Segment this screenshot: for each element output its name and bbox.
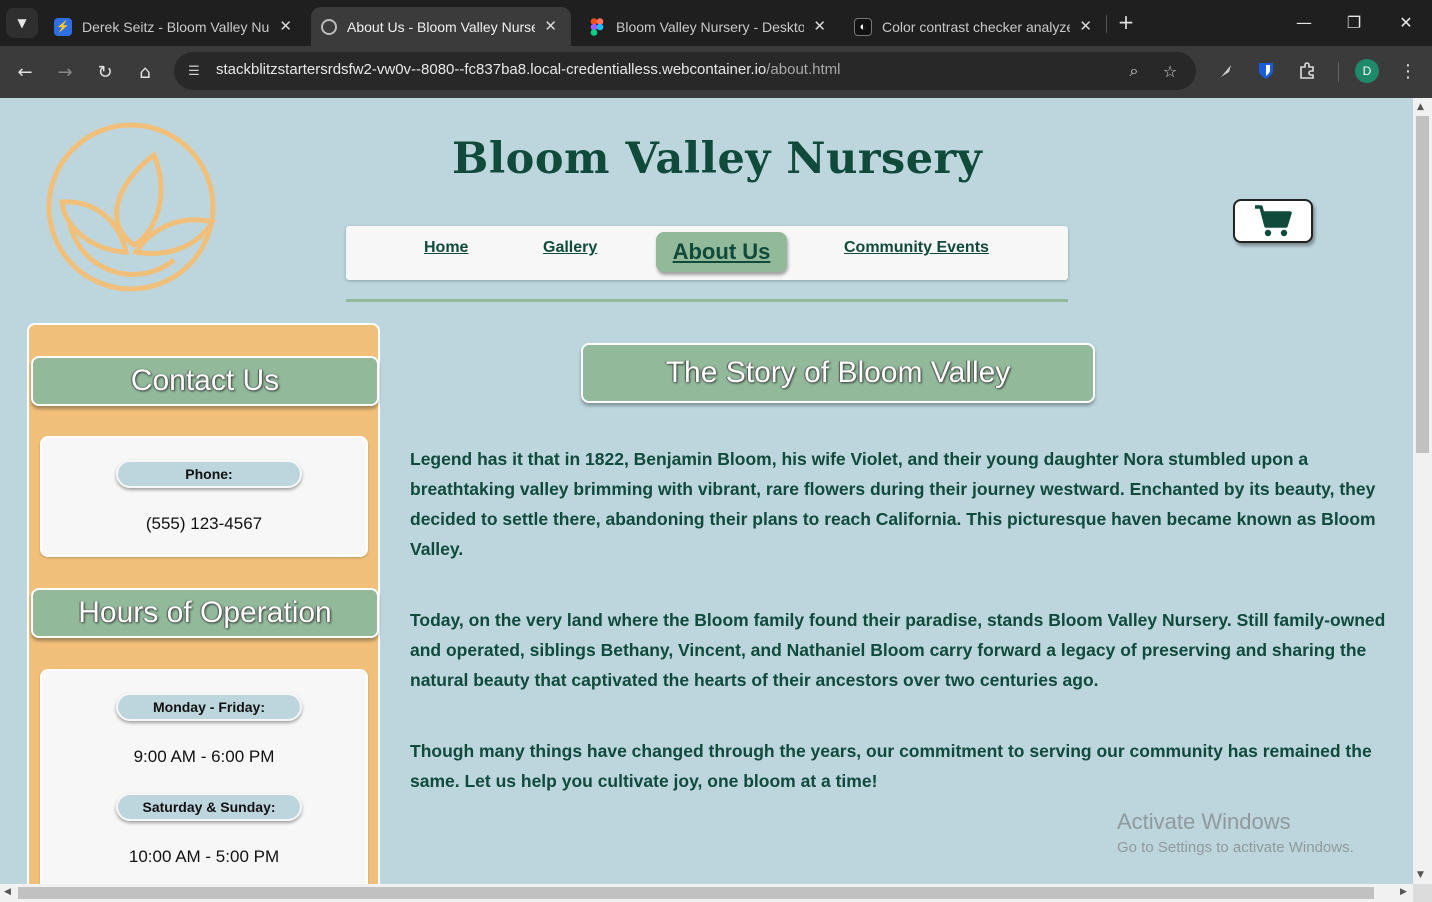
tab-search-button[interactable]: ▼ (6, 8, 38, 38)
restore-icon: ❐ (1346, 12, 1362, 32)
close-tab-icon[interactable]: ✕ (813, 17, 826, 35)
weekend-label: Saturday & Sunday: (116, 793, 302, 821)
weekend-hours: 10:00 AM - 5:00 PM (128, 847, 280, 866)
close-tab-icon[interactable]: ✕ (544, 17, 557, 35)
bitwarden-shield-icon[interactable] (1253, 58, 1279, 84)
phone-value: (555) 123-4567 (145, 514, 263, 533)
scrollbar-corner (1413, 884, 1432, 902)
home-icon: ⌂ (139, 61, 151, 83)
arrow-left-icon: ← (17, 61, 33, 83)
sidebar: Contact Us Phone: (555) 123-4567 Hours o… (27, 323, 380, 884)
close-tab-icon[interactable]: ✕ (1079, 17, 1092, 35)
figma-icon (588, 17, 606, 36)
horizontal-scroll-thumb[interactable] (18, 887, 1374, 899)
main-nav: Home Gallery About Us Community Events (346, 226, 1068, 280)
nav-divider (346, 299, 1068, 302)
story-paragraph-1: Legend has it that in 1822, Benjamin Blo… (410, 449, 1376, 559)
minimize-button[interactable]: — (1284, 8, 1324, 36)
weekday-hours: 9:00 AM - 6:00 PM (133, 747, 275, 766)
tab-separator (1106, 15, 1107, 33)
close-icon: ✕ (1399, 12, 1413, 32)
back-button[interactable]: ← (11, 58, 39, 86)
story-heading: The Story of Bloom Valley (581, 343, 1095, 403)
scroll-up-icon[interactable]: ▲ (1417, 102, 1424, 112)
new-tab-button[interactable]: + (1114, 9, 1138, 35)
globe-icon (321, 18, 337, 35)
contact-card: Phone: (555) 123-4567 (40, 436, 368, 557)
zoom-icon[interactable]: ⌕ (1123, 60, 1145, 82)
bloom-valley-logo (46, 122, 216, 292)
weekday-label: Monday - Friday: (116, 693, 302, 721)
contact-heading: Contact Us (31, 356, 379, 406)
scroll-left-icon[interactable]: ◀ (4, 887, 11, 897)
site-title: Bloom Valley Nursery (452, 134, 983, 184)
horizontal-scrollbar[interactable]: ◀ ▶ (0, 884, 1413, 902)
shopping-cart-icon (1255, 205, 1292, 237)
home-button[interactable]: ⌂ (131, 58, 159, 86)
tab-derek-seitz[interactable]: ⚡ Derek Seitz - Bloom Valley Nurs ✕ (44, 7, 306, 46)
plus-icon: + (1117, 10, 1135, 34)
vertical-scroll-thumb[interactable] (1416, 116, 1429, 453)
forward-button[interactable]: → (51, 58, 79, 86)
nav-link-about-us[interactable]: About Us (656, 232, 787, 272)
reload-button[interactable]: ↻ (91, 58, 119, 86)
minimize-icon: — (1296, 12, 1312, 32)
close-tab-icon[interactable]: ✕ (279, 17, 292, 35)
kebab-menu-icon[interactable]: ⋮ (1395, 58, 1421, 84)
activate-windows-title: Activate Windows (1117, 809, 1291, 834)
page-viewport: Bloom Valley Nursery Home Gallery About … (0, 98, 1413, 884)
story-paragraph-3: Though many things have changed through … (410, 741, 1372, 791)
browser-toolbar: ← → ↻ ⌂ ☰ stackblitzstartersrdsfw2-vw0v-… (0, 46, 1432, 98)
arrow-right-icon: → (57, 61, 73, 83)
close-window-button[interactable]: ✕ (1386, 8, 1426, 36)
tab-figma[interactable]: Bloom Valley Nursery - Desktop ✕ (578, 7, 840, 46)
vertical-scrollbar[interactable]: ▲ ▼ (1413, 98, 1432, 884)
restore-button[interactable]: ❐ (1334, 8, 1374, 36)
tab-strip: ▼ ⚡ Derek Seitz - Bloom Valley Nurs ✕ Ab… (0, 0, 1432, 46)
extension-feather-icon[interactable] (1213, 58, 1239, 84)
site-info-icon[interactable]: ☰ (184, 61, 204, 81)
cart-button[interactable] (1233, 199, 1313, 243)
nav-link-home[interactable]: Home (424, 239, 468, 257)
nav-link-community-events[interactable]: Community Events (844, 239, 989, 257)
address-bar[interactable]: ☰ stackblitzstartersrdsfw2-vw0v--8080--f… (174, 52, 1196, 90)
bolt-icon: ⚡ (54, 17, 72, 36)
extensions-puzzle-icon[interactable] (1294, 58, 1320, 84)
hours-card: Monday - Friday: 9:00 AM - 6:00 PM Satur… (40, 669, 368, 884)
url-text[interactable]: stackblitzstartersrdsfw2-vw0v--8080--fc8… (216, 61, 840, 78)
scroll-down-icon[interactable]: ▼ (1417, 870, 1424, 880)
story-paragraph-2: Today, on the very land where the Bloom … (410, 610, 1386, 690)
scroll-right-icon[interactable]: ▶ (1400, 887, 1407, 897)
tab-contrast-checker[interactable]: ◐ Color contrast checker analyzer ✕ (844, 7, 1106, 46)
nav-link-gallery[interactable]: Gallery (543, 239, 597, 257)
reload-icon: ↻ (97, 61, 113, 83)
bookmark-star-icon[interactable]: ☆ (1159, 60, 1181, 82)
hours-heading: Hours of Operation (31, 588, 379, 638)
phone-label: Phone: (116, 460, 302, 488)
toolbar-separator (1338, 62, 1339, 82)
contrast-icon: ◐ (854, 17, 872, 36)
activate-windows-subtitle: Go to Settings to activate Windows. (1117, 839, 1354, 856)
profile-avatar[interactable]: D (1355, 59, 1379, 83)
tab-about-us[interactable]: About Us - Bloom Valley Nurser ✕ (311, 7, 571, 46)
chevron-down-icon: ▼ (17, 16, 27, 30)
